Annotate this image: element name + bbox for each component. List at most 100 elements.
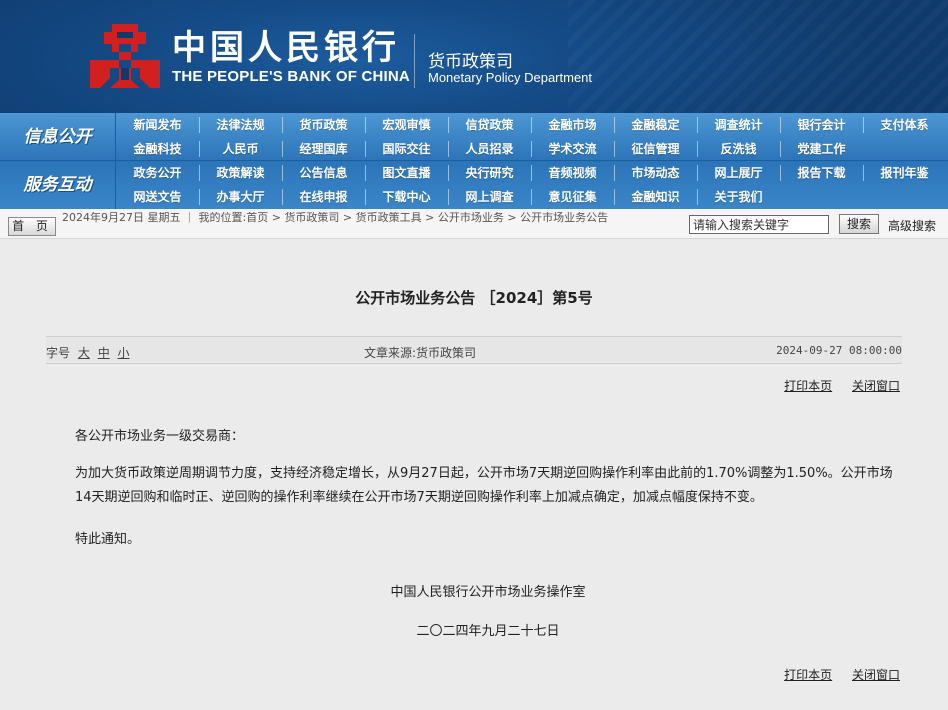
nav-separator: [365, 117, 366, 133]
nav-separator: [199, 165, 200, 181]
search-input[interactable]: [689, 215, 829, 234]
nav-separator: [863, 165, 864, 181]
article-tools-top: 打印本页 关闭窗口: [768, 377, 900, 394]
pboc-logo-icon[interactable]: [88, 22, 162, 90]
nav-item-row2-1[interactable]: 人民币: [199, 137, 282, 161]
nav-item-row2-8[interactable]: 党建工作: [780, 137, 863, 161]
article-body: 为加大货币政策逆周期调节力度，支持经济稳定增长，从9月27日起，公开市场7天期逆…: [75, 466, 893, 505]
font-large-link[interactable]: 大: [78, 346, 90, 360]
nav-item-row3-5[interactable]: 音频视频: [531, 161, 614, 185]
nav-item-row1-9[interactable]: 支付体系: [863, 113, 946, 137]
font-medium-link[interactable]: 中: [98, 346, 110, 360]
nav-item-row1-6[interactable]: 金融稳定: [614, 113, 697, 137]
advanced-search-link[interactable]: 高级搜索: [888, 217, 936, 234]
nav-item-row1-0[interactable]: 新闻发布: [116, 113, 199, 137]
nav-item-row2-0[interactable]: 金融科技: [116, 137, 199, 161]
breadcrumb-separator: >: [421, 212, 438, 224]
dept-name-en: Monetary Policy Department: [428, 70, 593, 85]
close-window-link[interactable]: 关闭窗口: [852, 668, 900, 682]
close-window-link[interactable]: 关闭窗口: [852, 379, 900, 393]
breadcrumb-item[interactable]: 首页: [246, 212, 268, 224]
breadcrumb-item[interactable]: 货币政策司: [284, 212, 339, 224]
article-datetime: 2024-09-27 08:00:00: [776, 344, 902, 357]
nav-item-row3-2[interactable]: 公告信息: [282, 161, 365, 185]
nav-item-row1-4[interactable]: 信贷政策: [448, 113, 531, 137]
nav-separator: [697, 189, 698, 205]
nav-separator: [697, 141, 698, 157]
nav-item-row4-5[interactable]: 意见征集: [531, 185, 614, 209]
nav-separator: [614, 117, 615, 133]
banner-pattern: [568, 0, 948, 113]
nav-item-row3-7[interactable]: 网上展厅: [697, 161, 780, 185]
header-banner: 中国人民银行 THE PEOPLE'S BANK OF CHINA 货币政策司 …: [0, 0, 948, 113]
nav-info-grid: 新闻发布 法律法规 货币政策 宏观审慎 信贷政策 金融市场 金融稳定 调查统计 银行会计 支付体系…: [116, 113, 948, 161]
nav-separator: [199, 117, 200, 133]
nav-separator: [614, 141, 615, 157]
nav-item-row2-2[interactable]: 经理国库: [282, 137, 365, 161]
search-button[interactable]: 搜索: [839, 214, 879, 234]
nav-separator: [697, 165, 698, 181]
nav-separator: [282, 189, 283, 205]
nav-item-row4-6[interactable]: 金融知识: [614, 185, 697, 209]
article-notice: 特此通知。: [75, 532, 141, 547]
nav-item-row3-1[interactable]: 政策解读: [199, 161, 282, 185]
breadcrumb-items: 首页 > 货币政策司 > 货币政策工具 > 公开市场业务 > 公开市场业务公告: [246, 212, 608, 224]
nav-item-row4-7[interactable]: 关于我们: [697, 185, 780, 209]
breadcrumb-divider: ｜: [184, 212, 199, 224]
nav-item-row2-7[interactable]: 反洗钱: [697, 137, 780, 161]
nav-item-row2-6[interactable]: 征信管理: [614, 137, 697, 161]
nav-item-row1-2[interactable]: 货币政策: [282, 113, 365, 137]
nav-item-row4-1[interactable]: 办事大厅: [199, 185, 282, 209]
nav-item-row1-3[interactable]: 宏观审慎: [365, 113, 448, 137]
nav-item-row1-5[interactable]: 金融市场: [531, 113, 614, 137]
nav-item-row3-6[interactable]: 市场动态: [614, 161, 697, 185]
nav-item-row3-8[interactable]: 报告下载: [780, 161, 863, 185]
nav-item-row2-5[interactable]: 学术交流: [531, 137, 614, 161]
nav-service-grid: 政务公开 政策解读 公告信息 图文直播 央行研究 音频视频 市场动态 网上展厅 报告下载 报刊年鉴…: [116, 161, 948, 209]
nav-separator: [531, 117, 532, 133]
breadcrumb-separator: >: [503, 212, 521, 224]
breadcrumb-item[interactable]: 货币政策工具: [356, 212, 422, 224]
nav-separator: [531, 189, 532, 205]
dept-name-cn: 货币政策司: [428, 52, 513, 72]
article-tools-bottom: 打印本页 关闭窗口: [768, 666, 900, 683]
nav-separator: [780, 141, 781, 157]
breadcrumb-item[interactable]: 公开市场业务公告: [520, 212, 608, 224]
print-page-link[interactable]: 打印本页: [784, 668, 832, 682]
nav-separator: [282, 117, 283, 133]
nav-item-row4-2[interactable]: 在线申报: [282, 185, 365, 209]
nav-item-row3-4[interactable]: 央行研究: [448, 161, 531, 185]
nav-item-row3-3[interactable]: 图文直播: [365, 161, 448, 185]
font-small-link[interactable]: 小: [118, 346, 130, 360]
home-button[interactable]: 首 页: [8, 217, 56, 236]
nav-item-row4-4[interactable]: 网上调查: [448, 185, 531, 209]
font-size-label: 字号: [46, 346, 71, 360]
nav-item-row2-3[interactable]: 国际交往: [365, 137, 448, 161]
nav-separator: [448, 189, 449, 205]
nav-item-row1-8[interactable]: 银行会计: [780, 113, 863, 137]
nav-separator: [780, 165, 781, 181]
nav-separator: [697, 117, 698, 133]
article-salutation: 各公开市场业务一级交易商：: [75, 429, 245, 444]
nav-item-row3-0[interactable]: 政务公开: [116, 161, 199, 185]
nav-separator: [282, 165, 283, 181]
nav-service-title: 服务互动: [0, 161, 116, 209]
main-navigation: 信息公开 新闻发布 法律法规 货币政策 宏观审慎 信贷政策 金融市场 金融稳定 调查统计 银行会…: [0, 113, 948, 209]
nav-separator: [448, 165, 449, 181]
breadcrumb: 2024年9月27日 星期五 ｜ 我的位置:首页 > 货币政策司 > 货币政策工…: [62, 212, 688, 238]
nav-separator: [614, 189, 615, 205]
nav-separator: [448, 141, 449, 157]
nav-service-block: 服务互动 政务公开 政策解读 公告信息 图文直播 央行研究 音频视频 市场动态 网上展厅 报告下…: [0, 161, 948, 209]
nav-item-row1-1[interactable]: 法律法规: [199, 113, 282, 137]
nav-item-row4-3[interactable]: 下载中心: [365, 185, 448, 209]
nav-info-block: 信息公开 新闻发布 法律法规 货币政策 宏观审慎 信贷政策 金融市场 金融稳定 调查统计 银行会…: [0, 113, 948, 161]
header-divider: [414, 34, 415, 88]
breadcrumb-item[interactable]: 公开市场业务: [438, 212, 504, 224]
print-page-link[interactable]: 打印本页: [784, 379, 832, 393]
nav-info-title: 信息公开: [0, 113, 116, 161]
nav-item-row1-7[interactable]: 调查统计: [697, 113, 780, 137]
nav-item-row3-9[interactable]: 报刊年鉴: [863, 161, 946, 185]
article-sign-date: 二〇二四年九月二十七日: [416, 624, 560, 639]
nav-item-row4-0[interactable]: 网送文告: [116, 185, 199, 209]
nav-item-row2-4[interactable]: 人员招录: [448, 137, 531, 161]
